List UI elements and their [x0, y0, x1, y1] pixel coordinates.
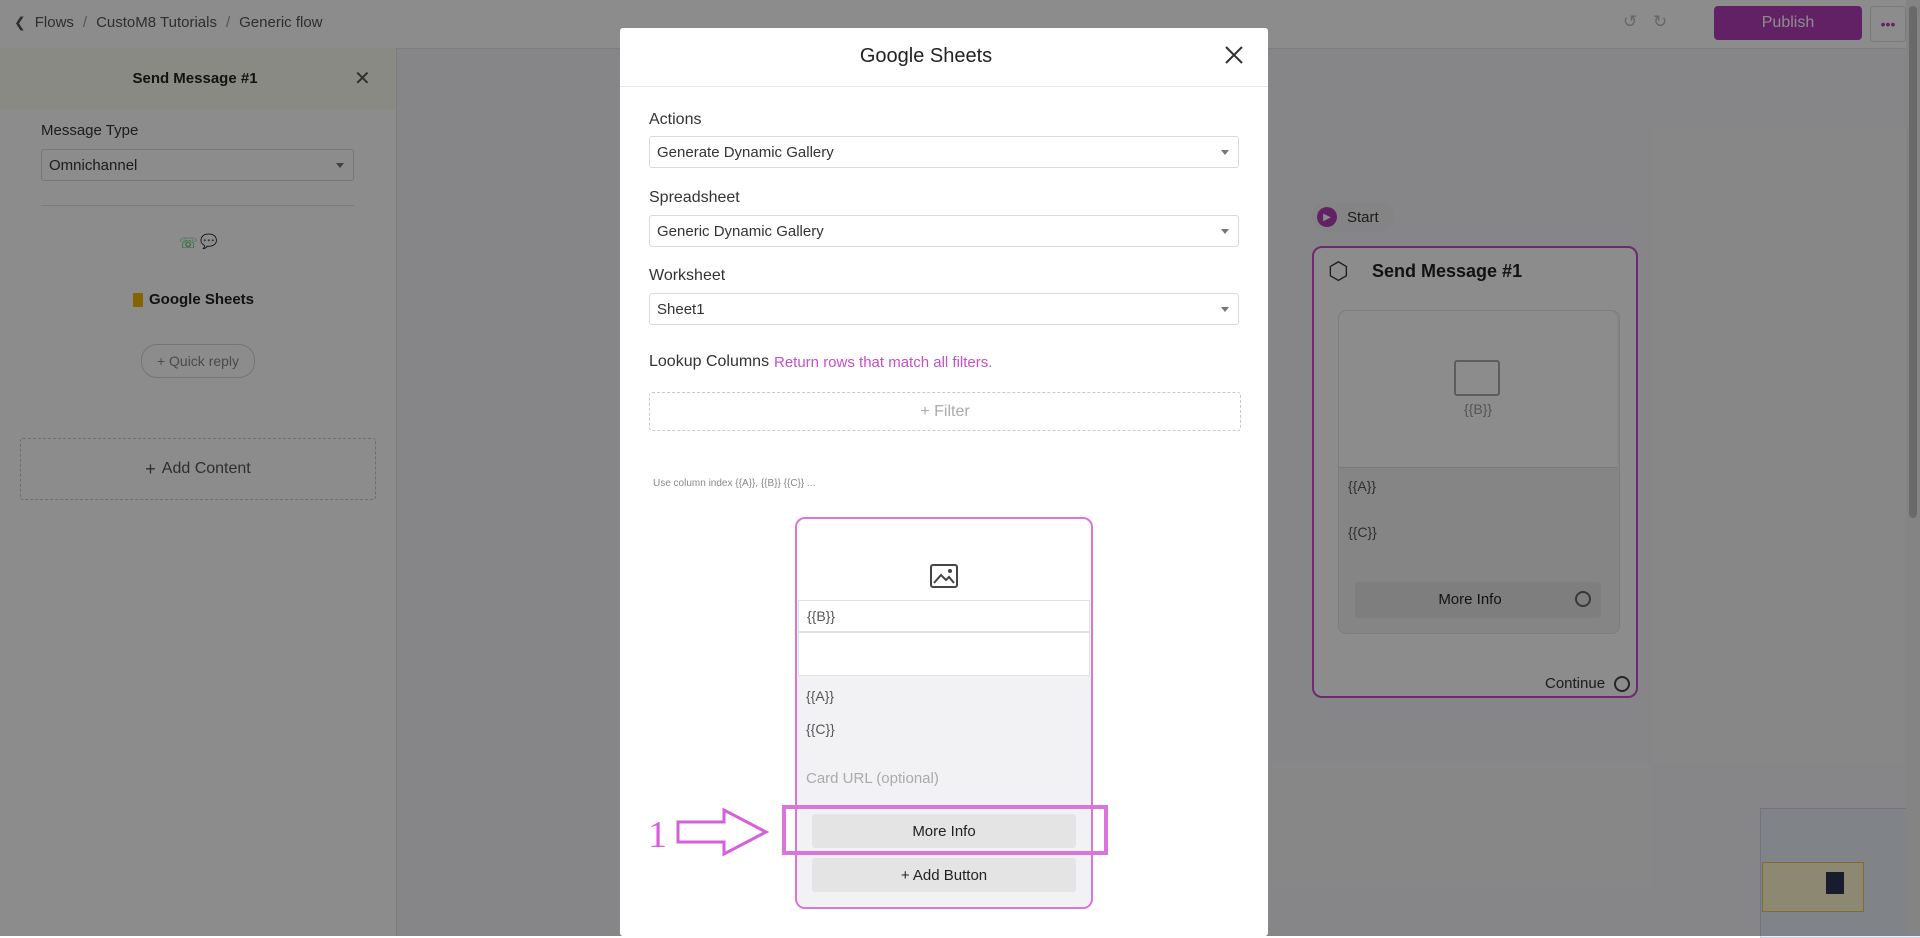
spreadsheet-value: Generic Dynamic Gallery — [657, 222, 824, 240]
image-url-input[interactable]: {{B}} — [798, 600, 1090, 632]
actions-select[interactable]: Generate Dynamic Gallery — [649, 136, 1239, 168]
column-index-hint: Use column index {{A}}, {{B}} {{C}} ... — [653, 478, 816, 489]
chevron-down-icon — [1221, 229, 1229, 234]
image-upload-icon[interactable] — [930, 564, 958, 588]
close-icon[interactable] — [1222, 43, 1246, 67]
worksheet-value: Sheet1 — [657, 300, 705, 318]
arrow-right-icon — [676, 808, 770, 856]
worksheet-select[interactable]: Sheet1 — [649, 293, 1239, 325]
actions-value: Generate Dynamic Gallery — [657, 143, 834, 161]
highlight-box — [782, 805, 1108, 855]
lookup-columns-label: Lookup Columns — [649, 353, 770, 370]
card-field-c[interactable]: {{C}} — [806, 721, 835, 737]
lookup-hint: Return rows that match all filters. — [774, 354, 993, 371]
card-url-input[interactable]: Card URL (optional) — [806, 770, 939, 787]
chevron-down-icon — [1221, 307, 1229, 312]
add-filter-button[interactable]: + Filter — [649, 392, 1241, 431]
step-number: 1 — [648, 814, 667, 856]
chevron-down-icon — [1221, 150, 1229, 155]
worksheet-label: Worksheet — [649, 267, 726, 284]
add-button[interactable]: + Add Button — [812, 858, 1076, 892]
modal-title: Google Sheets — [859, 45, 993, 67]
actions-label: Actions — [649, 111, 702, 128]
card-field-a[interactable]: {{A}} — [806, 688, 834, 704]
spreadsheet-label: Spreadsheet — [649, 189, 740, 206]
card-title-input[interactable] — [798, 632, 1090, 676]
spreadsheet-select[interactable]: Generic Dynamic Gallery — [649, 215, 1239, 247]
